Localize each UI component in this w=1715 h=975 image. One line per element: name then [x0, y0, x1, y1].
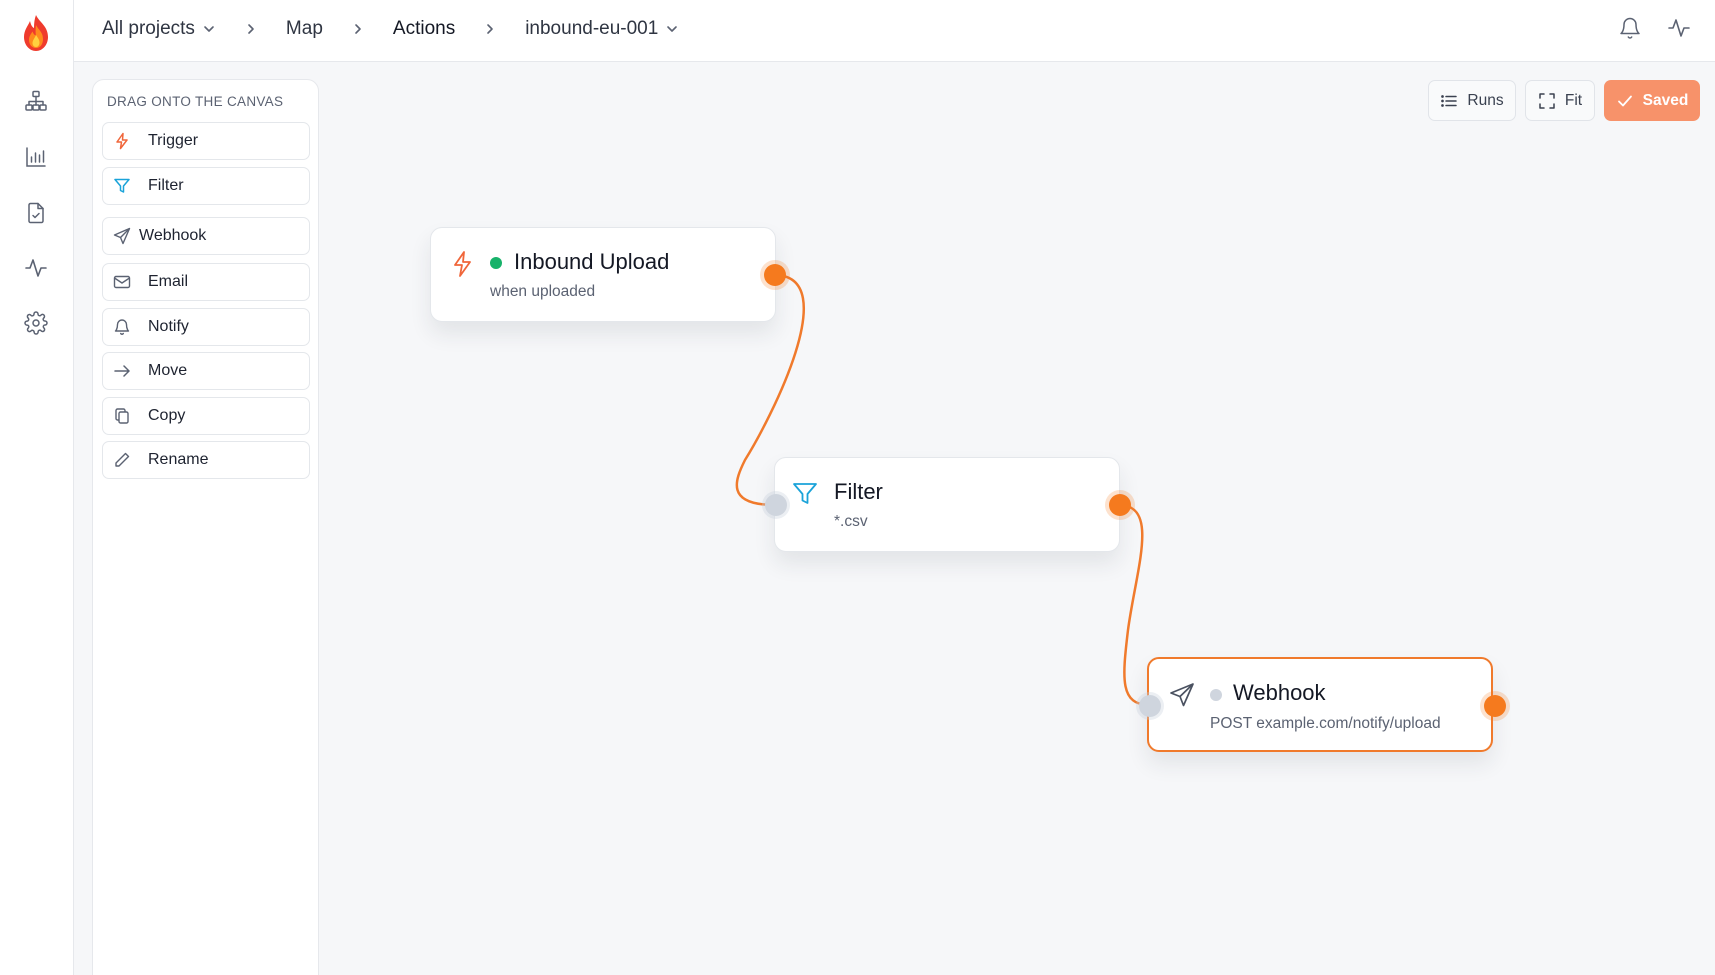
palette-item-copy[interactable]: Copy	[102, 397, 310, 435]
list-icon	[1441, 94, 1458, 107]
breadcrumb-resource-label: inbound-eu-001	[525, 18, 659, 39]
palette-item-notify[interactable]: Notify	[102, 308, 310, 346]
chevron-down-icon	[204, 26, 214, 32]
chevron-right-icon	[355, 24, 361, 34]
palette-item-label: Webhook	[139, 227, 207, 244]
breadcrumb-resource-selector[interactable]: inbound-eu-001	[525, 18, 679, 40]
node-filter[interactable]: Filter *.csv	[774, 457, 1120, 552]
palette-item-label: Move	[148, 362, 188, 379]
left-rail	[0, 0, 74, 975]
bar-chart-icon[interactable]	[22, 143, 50, 171]
input-port[interactable]	[765, 494, 787, 516]
palette-item-email[interactable]: Email	[102, 263, 310, 301]
send-icon	[113, 227, 131, 245]
arrow-right-icon	[113, 362, 131, 380]
runs-button[interactable]: Runs	[1428, 80, 1516, 121]
copy-icon	[113, 407, 131, 425]
chevron-right-icon	[248, 24, 254, 34]
chevron-right-icon	[487, 24, 494, 34]
activity-icon[interactable]	[1665, 14, 1693, 42]
breadcrumb: All projects Map Actions inbound-eu-001	[102, 0, 679, 58]
bolt-icon	[449, 250, 475, 278]
status-dot-active	[490, 257, 502, 269]
palette-item-label: Notify	[148, 318, 189, 335]
saved-button[interactable]: Saved	[1604, 80, 1700, 121]
node-subtitle: POST example.com/notify/upload	[1210, 715, 1441, 732]
pencil-icon	[113, 451, 131, 469]
breadcrumb-actions-label: Actions	[392, 18, 456, 39]
node-title: Webhook	[1233, 680, 1326, 705]
node-subtitle: when uploaded	[490, 283, 596, 300]
breadcrumb-all-projects-label: All projects	[102, 18, 195, 39]
node-title: Inbound Upload	[514, 249, 670, 274]
node-title: Filter	[834, 479, 883, 504]
node-inbound-upload[interactable]: Inbound Upload when uploaded	[430, 227, 776, 322]
input-port[interactable]	[1139, 695, 1161, 717]
funnel-icon	[113, 177, 131, 195]
output-port[interactable]	[1109, 494, 1131, 516]
send-icon	[1169, 681, 1195, 709]
runs-label: Runs	[1467, 91, 1504, 109]
check-icon	[1617, 95, 1632, 106]
gear-icon[interactable]	[22, 309, 50, 337]
palette-item-webhook[interactable]: Webhook	[102, 217, 310, 255]
node-palette: Drag onto the canvas Trigger Filter Webh…	[92, 79, 319, 975]
mail-icon	[113, 273, 131, 291]
fit-button[interactable]: Fit	[1525, 80, 1595, 121]
palette-item-label: Rename	[148, 451, 209, 468]
saved-label: Saved	[1642, 91, 1689, 109]
bell-icon[interactable]	[1616, 14, 1644, 42]
palette-item-filter[interactable]: Filter	[102, 167, 310, 205]
funnel-icon	[792, 480, 818, 508]
output-port[interactable]	[1484, 695, 1506, 717]
status-dot-idle	[1210, 689, 1222, 701]
output-port[interactable]	[764, 264, 786, 286]
breadcrumb-all-projects[interactable]: All projects	[102, 18, 216, 40]
palette-item-rename[interactable]: Rename	[102, 441, 310, 479]
palette-item-move[interactable]: Move	[102, 352, 310, 390]
palette-item-label: Copy	[148, 407, 186, 424]
palette-title: Drag onto the canvas	[107, 94, 284, 109]
breadcrumb-map-label: Map	[285, 18, 323, 39]
bell-icon	[113, 318, 131, 336]
fit-label: Fit	[1564, 91, 1583, 109]
flame-logo-icon[interactable]	[19, 14, 53, 52]
breadcrumb-map[interactable]: Map	[286, 18, 323, 40]
bolt-icon	[113, 132, 131, 150]
hierarchy-icon[interactable]	[22, 87, 50, 115]
chevron-down-icon	[667, 26, 678, 32]
node-subtitle: *.csv	[834, 513, 868, 530]
palette-item-label: Filter	[148, 177, 184, 194]
fit-screen-icon	[1539, 92, 1555, 109]
top-bar: All projects Map Actions inbound-eu-001	[74, 0, 1715, 62]
activity-icon[interactable]	[22, 254, 50, 282]
breadcrumb-actions[interactable]: Actions	[393, 18, 455, 40]
node-webhook[interactable]: Webhook POST example.com/notify/upload	[1147, 657, 1493, 752]
palette-item-label: Trigger	[148, 132, 199, 149]
palette-item-label: Email	[148, 273, 189, 290]
file-check-icon[interactable]	[22, 199, 50, 227]
palette-item-trigger[interactable]: Trigger	[102, 122, 310, 160]
